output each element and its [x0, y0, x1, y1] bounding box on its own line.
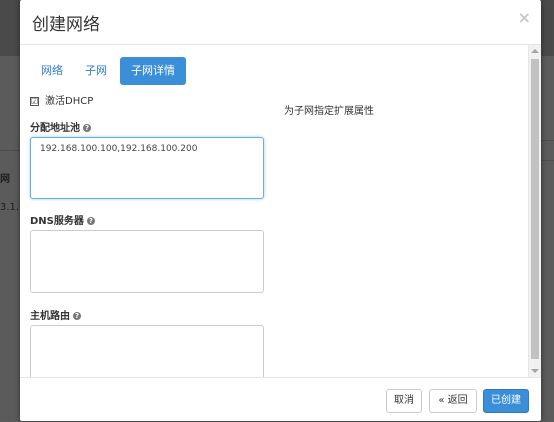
subnet-details-form: ☑ 激活DHCP 分配地址池? 192.168.100.100,192.168.1… [30, 93, 270, 377]
enable-dhcp-checkbox[interactable]: ☑ [30, 97, 39, 106]
scroll-thumb[interactable] [531, 59, 539, 359]
create-button[interactable]: 已创建 [483, 389, 529, 413]
modal-title: 创建网络 [32, 15, 100, 35]
modal-footer: 取消 « 返回 已创建 [20, 377, 541, 422]
create-network-modal: 创建网络 × 网络 子网 子网详情 ☑ 激活DHCP 分配地址池? 192.168.1… [20, 0, 541, 421]
host-routes-label: 主机路由? [30, 307, 270, 322]
host-routes-label-text: 主机路由 [30, 311, 70, 322]
background-divider [0, 150, 20, 151]
background-divider-right [541, 140, 554, 141]
help-icon[interactable]: ? [83, 124, 91, 132]
allocation-pools-label-text: 分配地址池 [30, 123, 80, 134]
tab-network[interactable]: 网络 [30, 57, 74, 85]
back-button[interactable]: « 返回 [429, 389, 477, 413]
enable-dhcp-label: 激活DHCP [45, 96, 94, 107]
background-cell: 3.1.0/ [0, 202, 29, 213]
allocation-pools-label: 分配地址池? [30, 119, 270, 134]
scroll-down-icon[interactable] [531, 369, 539, 373]
tab-subnet[interactable]: 子网 [74, 57, 118, 85]
tab-subnet-details[interactable]: 子网详情 [120, 57, 186, 85]
background-column-header: 网 [0, 174, 10, 185]
dhcp-row: ☑ 激活DHCP [30, 93, 270, 111]
modal-body: 网络 子网 子网详情 ☑ 激活DHCP 分配地址池? 192.168.100.100,… [20, 45, 529, 377]
dns-servers-label: DNS服务器? [30, 212, 270, 227]
allocation-pools-textarea[interactable]: 192.168.100.100,192.168.100.200 [30, 137, 264, 199]
help-icon[interactable]: ? [73, 312, 81, 320]
modal-header: 创建网络 × [20, 0, 541, 45]
help-icon[interactable]: ? [86, 217, 95, 225]
scroll-up-icon[interactable] [531, 49, 539, 53]
dns-servers-label-text: DNS服务器 [30, 216, 84, 227]
wizard-tabs: 网络 子网 子网详情 [30, 57, 186, 85]
background-divider-right [541, 160, 554, 161]
subnet-details-help-text: 为子网指定扩展属性 [284, 106, 374, 117]
dns-servers-textarea[interactable] [30, 230, 264, 293]
cancel-button[interactable]: 取消 [386, 389, 422, 413]
host-routes-textarea[interactable] [30, 325, 264, 377]
modal-scrollbar[interactable] [528, 45, 541, 377]
close-icon[interactable]: × [518, 8, 531, 27]
